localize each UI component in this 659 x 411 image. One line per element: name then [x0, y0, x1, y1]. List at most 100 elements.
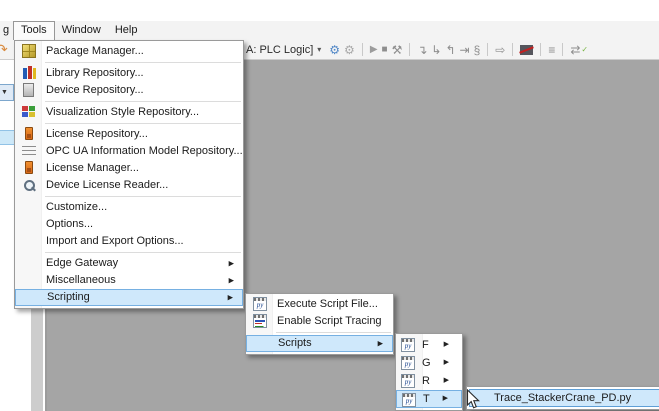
scripts-submenu: F ▶ G ▶ R ▶ T ▶: [395, 333, 463, 411]
toolbar-separator: [512, 43, 513, 56]
menu-item-label: Miscellaneous: [46, 274, 116, 286]
scripting-submenu: Execute Script File... Enable Script Tra…: [245, 293, 394, 355]
license-repository-icon: [25, 127, 33, 140]
device-repository-icon: [23, 83, 34, 97]
devices-tree-selected-item[interactable]: [0, 130, 14, 145]
menu-item-edge-gateway[interactable]: Edge Gateway ▶: [15, 255, 243, 272]
toolbar-separator: [540, 43, 541, 56]
menu-item-label: Customize...: [46, 201, 107, 213]
menu-item-scripts-f[interactable]: F ▶: [396, 336, 462, 354]
refresh-icon[interactable]: ⇄: [570, 43, 580, 57]
device-license-reader-icon: [22, 178, 36, 192]
menu-item-label: License Repository...: [46, 128, 148, 140]
submenu-arrow-icon: ▶: [228, 290, 233, 305]
menubar-item-window[interactable]: Window: [55, 21, 108, 40]
watch-list-icon[interactable]: ≡: [548, 43, 555, 57]
menu-item-device-repository[interactable]: Device Repository...: [15, 82, 243, 99]
menu-item-label: T: [423, 393, 430, 405]
toolbar-separator: [562, 43, 563, 56]
submenu-arrow-icon: ▶: [444, 354, 449, 372]
menu-item-customize[interactable]: Customize...: [15, 199, 243, 216]
run-to-cursor-icon[interactable]: ⇥: [460, 43, 470, 57]
single-cycle-icon[interactable]: §: [474, 43, 481, 57]
menu-separator: [45, 123, 241, 124]
start-icon[interactable]: ▶: [370, 43, 378, 57]
submenu-arrow-icon: ▶: [443, 391, 448, 407]
menu-item-label: Library Repository...: [46, 67, 144, 79]
mouse-cursor: [466, 389, 480, 410]
app-selector-caret-icon[interactable]: ▾: [317, 45, 321, 54]
menu-item-opcua-model-repository[interactable]: OPC UA Information Model Repository...: [15, 143, 243, 160]
menu-item-license-manager[interactable]: License Manager...: [15, 160, 243, 177]
menu-item-scripts-g[interactable]: G ▶: [396, 354, 462, 372]
menu-item-scripts[interactable]: Scripts ▶: [246, 335, 393, 352]
menu-item-label: Package Manager...: [46, 45, 144, 57]
menu-item-miscellaneous[interactable]: Miscellaneous ▶: [15, 272, 243, 289]
library-repository-icon: [22, 66, 36, 80]
toolbar-separator: [362, 43, 363, 56]
license-manager-icon: [25, 161, 33, 174]
submenu-arrow-icon: ▶: [229, 272, 234, 289]
menu-item-execute-script-file[interactable]: Execute Script File...: [246, 296, 393, 313]
submenu-arrow-icon: ▶: [378, 336, 383, 351]
menubar-item-tools[interactable]: Tools: [13, 21, 55, 40]
stop-icon[interactable]: ■: [382, 43, 388, 57]
next-statement-icon[interactable]: ⇨: [495, 43, 505, 57]
toolbar-content: A: PLC Logic] ▾ ⚙ ⚙ ▶ ■ ⚒ ↴ ↳ ↰ ⇥ § ⇨ ≡ …: [246, 40, 588, 59]
menu-item-label: R: [422, 375, 430, 387]
refresh-check-icon: ✓: [581, 45, 588, 54]
menu-item-label: Edge Gateway: [46, 257, 118, 269]
menu-item-label: Execute Script File...: [277, 298, 378, 310]
menu-item-import-export-options[interactable]: Import and Export Options...: [15, 233, 243, 250]
submenu-arrow-icon: ▶: [444, 336, 449, 354]
submenu-arrow-icon: ▶: [229, 255, 234, 272]
breakpoint-tools-icon[interactable]: ⚒: [392, 43, 403, 57]
menu-item-library-repository[interactable]: Library Repository...: [15, 65, 243, 82]
python-script-icon: [401, 374, 415, 388]
menu-item-scripts-t[interactable]: T ▶: [396, 390, 462, 408]
step-into-icon[interactable]: ↳: [431, 43, 441, 57]
menu-separator: [45, 252, 241, 253]
toolbar-separator: [409, 43, 410, 56]
menu-item-device-license-reader[interactable]: Device License Reader...: [15, 177, 243, 194]
menu-separator: [45, 101, 241, 102]
menu-item-label: Device Repository...: [46, 84, 144, 96]
logout-icon[interactable]: ⚙: [344, 43, 355, 57]
menu-item-label: Device License Reader...: [46, 179, 168, 191]
combobox-caret-icon: ▼: [1, 89, 8, 96]
opcua-model-icon: [22, 146, 36, 157]
menu-item-label: Visualization Style Repository...: [46, 106, 199, 118]
menu-item-scripting[interactable]: Scripting ▶: [15, 289, 243, 306]
menu-item-trace-stackercrane-pd[interactable]: Trace_StackerCrane_PD.py: [469, 389, 659, 407]
menu-item-package-manager[interactable]: Package Manager...: [15, 43, 243, 60]
step-over-icon[interactable]: ↴: [417, 43, 427, 57]
menu-bar: g Tools Window Help: [0, 21, 659, 40]
menu-separator: [45, 62, 241, 63]
tools-menu: Package Manager... Library Repository...…: [14, 40, 244, 309]
menubar-item-help[interactable]: Help: [108, 21, 145, 40]
menu-item-label: OPC UA Information Model Repository...: [46, 145, 243, 157]
menu-item-label: Scripting: [47, 291, 90, 303]
step-out-icon[interactable]: ↰: [445, 43, 455, 57]
menu-item-options[interactable]: Options...: [15, 216, 243, 233]
toolbar-separator: [487, 43, 488, 56]
menu-item-scripts-r[interactable]: R ▶: [396, 372, 462, 390]
application-window: g Tools Window Help ↷ A: PLC Logic] ▾ ⚙ …: [0, 0, 659, 411]
python-script-icon: [401, 338, 415, 352]
active-application-selector[interactable]: A: PLC Logic]: [246, 44, 313, 56]
devices-combobox-button[interactable]: ▼: [0, 84, 14, 101]
script-tracing-icon: [253, 314, 267, 328]
login-icon[interactable]: ⚙: [329, 43, 340, 57]
menu-item-label: Options...: [46, 218, 93, 230]
undo-redo-partial-icon[interactable]: ↷: [0, 41, 9, 58]
menu-item-label: Enable Script Tracing: [277, 315, 382, 327]
visualization-style-icon: [22, 105, 36, 119]
menu-item-enable-script-tracing[interactable]: Enable Script Tracing: [246, 313, 393, 330]
menu-item-label: Import and Export Options...: [46, 235, 184, 247]
menubar-partial-item[interactable]: g: [0, 21, 13, 40]
menu-item-visualization-style-repository[interactable]: Visualization Style Repository...: [15, 104, 243, 121]
force-values-icon[interactable]: [520, 45, 533, 55]
menu-item-license-repository[interactable]: License Repository...: [15, 126, 243, 143]
python-script-icon: [253, 297, 267, 311]
menu-item-label: F: [422, 339, 429, 351]
